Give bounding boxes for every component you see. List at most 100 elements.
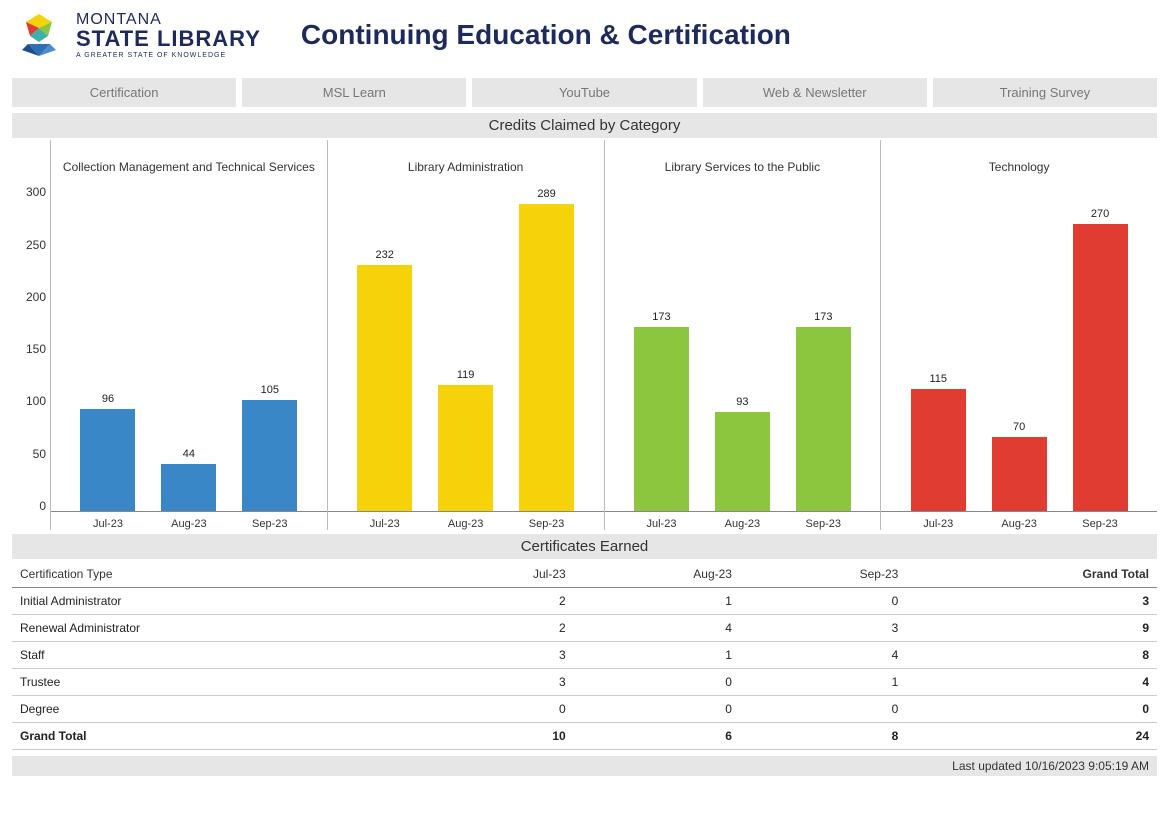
table-cell: 3 bbox=[426, 669, 574, 696]
bar bbox=[796, 327, 851, 511]
x-ticks: Jul-23Aug-23Sep-23 bbox=[881, 512, 1157, 530]
row-label: Initial Administrator bbox=[12, 588, 426, 615]
x-tick: Sep-23 bbox=[229, 518, 310, 530]
table-cell: 3 bbox=[906, 588, 1157, 615]
table-cell: 1 bbox=[574, 642, 740, 669]
x-tick: Sep-23 bbox=[1060, 518, 1141, 530]
logo-mark-icon bbox=[12, 10, 66, 60]
table-grand-total-row: Grand Total106824 bbox=[12, 723, 1157, 750]
table-cell: 24 bbox=[906, 723, 1157, 750]
panel-title: Collection Management and Technical Serv… bbox=[51, 140, 327, 182]
table-cell: 2 bbox=[426, 615, 574, 642]
plot-area: 232119289 bbox=[328, 182, 604, 512]
x-ticks: Jul-23Aug-23Sep-23 bbox=[51, 512, 327, 530]
x-tick: Jul-23 bbox=[344, 518, 425, 530]
plot-area: 96 44 105 bbox=[51, 182, 327, 512]
last-updated: Last updated 10/16/2023 9:05:19 AM bbox=[12, 756, 1157, 776]
table-cell: 0 bbox=[426, 696, 574, 723]
x-ticks: Jul-23Aug-23Sep-23 bbox=[328, 512, 604, 530]
logo-line3: A GREATER STATE OF KNOWLEDGE bbox=[76, 52, 261, 59]
chart-panel: Library Administration232119289Jul-23Aug… bbox=[327, 140, 604, 530]
bar-value-label: 70 bbox=[1013, 421, 1025, 433]
x-tick: Aug-23 bbox=[702, 518, 783, 530]
bar-value-label: 44 bbox=[183, 448, 195, 460]
bar bbox=[161, 464, 216, 511]
bar bbox=[357, 265, 412, 511]
bar-value-label: 96 bbox=[102, 393, 114, 405]
y-tick: 250 bbox=[26, 238, 46, 252]
table-cell: 3 bbox=[740, 615, 906, 642]
table-row: Renewal Administrator2439 bbox=[12, 615, 1157, 642]
row-label: Trustee bbox=[12, 669, 426, 696]
certificates-table: Certification TypeJul-23Aug-23Sep-23Gran… bbox=[12, 561, 1157, 750]
bar-value-label: 105 bbox=[261, 384, 279, 396]
table-cell: 8 bbox=[906, 642, 1157, 669]
y-tick: 300 bbox=[26, 185, 46, 199]
bar bbox=[438, 385, 493, 511]
y-tick: 100 bbox=[26, 394, 46, 408]
row-label: Grand Total bbox=[12, 723, 426, 750]
bar-slot: 173 bbox=[621, 182, 702, 511]
bar bbox=[911, 389, 966, 511]
table-row: Staff3148 bbox=[12, 642, 1157, 669]
table-header-cell: Jul-23 bbox=[426, 561, 574, 588]
row-label: Staff bbox=[12, 642, 426, 669]
table-cell: 8 bbox=[740, 723, 906, 750]
y-tick: 150 bbox=[26, 342, 46, 356]
x-tick: Aug-23 bbox=[979, 518, 1060, 530]
x-tick: Sep-23 bbox=[783, 518, 864, 530]
bar-slot: 115 bbox=[898, 182, 979, 511]
plot-area: 173 93 173 bbox=[605, 182, 881, 512]
y-axis: 050100150200250300 bbox=[12, 140, 50, 530]
table-row: Degree0000 bbox=[12, 696, 1157, 723]
x-tick: Jul-23 bbox=[68, 518, 149, 530]
logo-line2: STATE LIBRARY bbox=[76, 28, 261, 50]
bar-slot: 93 bbox=[702, 182, 783, 511]
chart-panel: Collection Management and Technical Serv… bbox=[50, 140, 327, 530]
chart-panel: Library Services to the Public17393173Ju… bbox=[604, 140, 881, 530]
table-body: Initial Administrator2103Renewal Adminis… bbox=[12, 588, 1157, 750]
x-ticks: Jul-23Aug-23Sep-23 bbox=[605, 512, 881, 530]
bar bbox=[242, 400, 297, 511]
bar-slot: 289 bbox=[506, 182, 587, 511]
x-tick: Aug-23 bbox=[425, 518, 506, 530]
bar-slot: 96 bbox=[68, 182, 149, 511]
table-cell: 2 bbox=[426, 588, 574, 615]
x-tick: Aug-23 bbox=[148, 518, 229, 530]
x-tick: Jul-23 bbox=[898, 518, 979, 530]
table-cell: 3 bbox=[426, 642, 574, 669]
bar-value-label: 119 bbox=[457, 369, 475, 381]
table-cell: 0 bbox=[740, 696, 906, 723]
logo-text: MONTANA STATE LIBRARY A GREATER STATE OF… bbox=[76, 12, 261, 59]
tab-msl-learn[interactable]: MSL Learn bbox=[242, 78, 466, 107]
bar-slot: 44 bbox=[148, 182, 229, 511]
table-header-row: Certification TypeJul-23Aug-23Sep-23Gran… bbox=[12, 561, 1157, 588]
panel-title: Technology bbox=[881, 140, 1157, 182]
credits-chart: 050100150200250300 Collection Management… bbox=[12, 140, 1157, 530]
x-tick: Jul-23 bbox=[621, 518, 702, 530]
bar bbox=[1073, 224, 1128, 511]
y-tick: 0 bbox=[39, 499, 46, 513]
table-cell: 0 bbox=[740, 588, 906, 615]
bar bbox=[992, 437, 1047, 511]
page-title: Continuing Education & Certification bbox=[301, 19, 791, 51]
row-label: Renewal Administrator bbox=[12, 615, 426, 642]
tab-bar: Certification MSL Learn YouTube Web & Ne… bbox=[12, 78, 1157, 107]
table-cell: 0 bbox=[906, 696, 1157, 723]
plot-area: 115 70 270 bbox=[881, 182, 1157, 512]
tab-youtube[interactable]: YouTube bbox=[472, 78, 696, 107]
row-label: Degree bbox=[12, 696, 426, 723]
header: MONTANA STATE LIBRARY A GREATER STATE OF… bbox=[12, 10, 1157, 60]
bar bbox=[634, 327, 689, 511]
tab-certification[interactable]: Certification bbox=[12, 78, 236, 107]
table-header-cell: Aug-23 bbox=[574, 561, 740, 588]
bar-value-label: 173 bbox=[814, 311, 832, 323]
tab-training-survey[interactable]: Training Survey bbox=[933, 78, 1157, 107]
table-row: Trustee3014 bbox=[12, 669, 1157, 696]
tab-web-newsletter[interactable]: Web & Newsletter bbox=[703, 78, 927, 107]
bar bbox=[715, 412, 770, 511]
chart-panels: Collection Management and Technical Serv… bbox=[50, 140, 1157, 530]
bar-value-label: 270 bbox=[1091, 208, 1109, 220]
bar-value-label: 173 bbox=[652, 311, 670, 323]
table-header-cell: Certification Type bbox=[12, 561, 426, 588]
